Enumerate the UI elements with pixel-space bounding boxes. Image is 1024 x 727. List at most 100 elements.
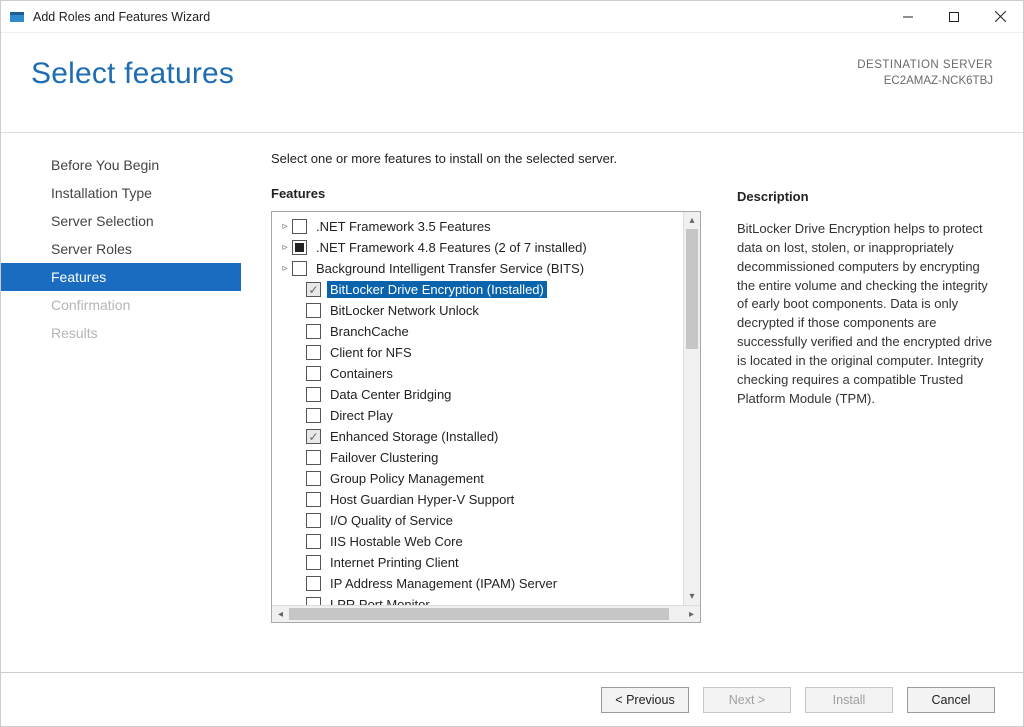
- feature-label: Group Policy Management: [327, 470, 487, 487]
- horizontal-scrollbar[interactable]: ◂ ▸: [272, 605, 700, 622]
- vertical-scrollbar[interactable]: ▴ ▾: [683, 212, 700, 605]
- wizard-footer: < Previous Next > Install Cancel: [1, 672, 1023, 726]
- feature-label: Internet Printing Client: [327, 554, 462, 571]
- features-box: ▹ .NET Framework 3.5 Features ▹ .NET Framew…: [271, 211, 701, 623]
- feature-label: I/O Quality of Service: [327, 512, 456, 529]
- content-area: Select one or more features to install o…: [241, 133, 1023, 672]
- feature-row[interactable]: I/O Quality of Service: [272, 510, 683, 531]
- feature-checkbox[interactable]: [306, 576, 321, 591]
- feature-row[interactable]: ▹ Background Intelligent Transfer Service…: [272, 258, 683, 279]
- feature-row[interactable]: Client for NFS: [272, 342, 683, 363]
- feature-label: .NET Framework 3.5 Features: [313, 218, 494, 235]
- destination-server: DESTINATION SERVER EC2AMAZ-NCK6TBJ: [857, 57, 993, 89]
- feature-checkbox[interactable]: [306, 429, 321, 444]
- nav-item-features[interactable]: Features: [1, 263, 241, 291]
- expander-icon[interactable]: ▹: [278, 242, 292, 253]
- feature-row[interactable]: Internet Printing Client: [272, 552, 683, 573]
- feature-label: BranchCache: [327, 323, 412, 340]
- feature-row[interactable]: LPR Port Monitor: [272, 594, 683, 605]
- destination-value: EC2AMAZ-NCK6TBJ: [857, 73, 993, 89]
- feature-checkbox[interactable]: [306, 513, 321, 528]
- feature-label: Client for NFS: [327, 344, 415, 361]
- scroll-right-icon[interactable]: ▸: [683, 609, 700, 620]
- feature-row[interactable]: Data Center Bridging: [272, 384, 683, 405]
- feature-row[interactable]: IIS Hostable Web Core: [272, 531, 683, 552]
- feature-row[interactable]: ▹ .NET Framework 4.8 Features (2 of 7 ins…: [272, 237, 683, 258]
- feature-label: BitLocker Network Unlock: [327, 302, 482, 319]
- feature-label: Direct Play: [327, 407, 396, 424]
- feature-row[interactable]: BitLocker Network Unlock: [272, 300, 683, 321]
- feature-row[interactable]: Failover Clustering: [272, 447, 683, 468]
- feature-row[interactable]: Host Guardian Hyper-V Support: [272, 489, 683, 510]
- feature-label: Failover Clustering: [327, 449, 441, 466]
- feature-label: Containers: [327, 365, 396, 382]
- feature-row[interactable]: Enhanced Storage (Installed): [272, 426, 683, 447]
- feature-row[interactable]: BitLocker Drive Encryption (Installed): [272, 279, 683, 300]
- nav-item-server-selection[interactable]: Server Selection: [1, 207, 241, 235]
- window-title: Add Roles and Features Wizard: [33, 10, 210, 24]
- main-area: Before You BeginInstallation TypeServer …: [1, 133, 1023, 672]
- feature-label: Background Intelligent Transfer Service …: [313, 260, 587, 277]
- wizard-header: Select features DESTINATION SERVER EC2AM…: [1, 33, 1023, 133]
- hscroll-thumb[interactable]: [289, 608, 669, 620]
- app-icon: [9, 9, 25, 25]
- feature-checkbox[interactable]: [306, 282, 321, 297]
- feature-label: IIS Hostable Web Core: [327, 533, 466, 550]
- titlebar: Add Roles and Features Wizard: [1, 1, 1023, 33]
- feature-label: IP Address Management (IPAM) Server: [327, 575, 560, 592]
- expander-icon[interactable]: ▹: [278, 221, 292, 232]
- previous-button[interactable]: < Previous: [601, 687, 689, 713]
- feature-row[interactable]: ▹ .NET Framework 3.5 Features: [272, 216, 683, 237]
- nav-item-server-roles[interactable]: Server Roles: [1, 235, 241, 263]
- feature-checkbox[interactable]: [306, 345, 321, 360]
- feature-label: .NET Framework 4.8 Features (2 of 7 inst…: [313, 239, 590, 256]
- cancel-button[interactable]: Cancel: [907, 687, 995, 713]
- close-button[interactable]: [977, 1, 1023, 33]
- feature-checkbox[interactable]: [306, 492, 321, 507]
- features-tree[interactable]: ▹ .NET Framework 3.5 Features ▹ .NET Framew…: [272, 212, 683, 605]
- description-text: BitLocker Drive Encryption helps to prot…: [737, 220, 995, 408]
- feature-label: Data Center Bridging: [327, 386, 454, 403]
- features-label: Features: [271, 186, 701, 201]
- expander-icon[interactable]: ▹: [278, 263, 292, 274]
- scroll-up-icon[interactable]: ▴: [684, 212, 700, 229]
- feature-row[interactable]: Group Policy Management: [272, 468, 683, 489]
- nav-item-confirmation: Confirmation: [1, 291, 241, 319]
- feature-checkbox[interactable]: [292, 261, 307, 276]
- feature-checkbox[interactable]: [306, 387, 321, 402]
- feature-label: LPR Port Monitor: [327, 596, 433, 605]
- feature-checkbox[interactable]: [306, 408, 321, 423]
- feature-row[interactable]: BranchCache: [272, 321, 683, 342]
- minimize-button[interactable]: [885, 1, 931, 33]
- feature-row[interactable]: Containers: [272, 363, 683, 384]
- feature-label: BitLocker Drive Encryption (Installed): [327, 281, 547, 298]
- feature-checkbox[interactable]: [306, 555, 321, 570]
- nav-item-before-you-begin[interactable]: Before You Begin: [1, 151, 241, 179]
- instruction-text: Select one or more features to install o…: [271, 151, 701, 166]
- destination-label: DESTINATION SERVER: [857, 57, 993, 73]
- next-button[interactable]: Next >: [703, 687, 791, 713]
- nav-item-installation-type[interactable]: Installation Type: [1, 179, 241, 207]
- feature-label: Host Guardian Hyper-V Support: [327, 491, 517, 508]
- wizard-nav: Before You BeginInstallation TypeServer …: [1, 133, 241, 672]
- feature-checkbox[interactable]: [306, 450, 321, 465]
- description-label: Description: [737, 189, 995, 204]
- feature-checkbox[interactable]: [306, 324, 321, 339]
- maximize-button[interactable]: [931, 1, 977, 33]
- feature-checkbox[interactable]: [292, 219, 307, 234]
- feature-checkbox[interactable]: [306, 597, 321, 605]
- feature-label: Enhanced Storage (Installed): [327, 428, 501, 445]
- feature-checkbox[interactable]: [306, 471, 321, 486]
- feature-checkbox[interactable]: [306, 366, 321, 381]
- scroll-thumb[interactable]: [686, 229, 698, 349]
- install-button[interactable]: Install: [805, 687, 893, 713]
- feature-checkbox[interactable]: [292, 240, 307, 255]
- nav-item-results: Results: [1, 319, 241, 347]
- scroll-down-icon[interactable]: ▾: [684, 588, 700, 605]
- feature-row[interactable]: IP Address Management (IPAM) Server: [272, 573, 683, 594]
- feature-row[interactable]: Direct Play: [272, 405, 683, 426]
- scroll-left-icon[interactable]: ◂: [272, 609, 289, 620]
- page-title: Select features: [31, 57, 234, 91]
- feature-checkbox[interactable]: [306, 534, 321, 549]
- feature-checkbox[interactable]: [306, 303, 321, 318]
